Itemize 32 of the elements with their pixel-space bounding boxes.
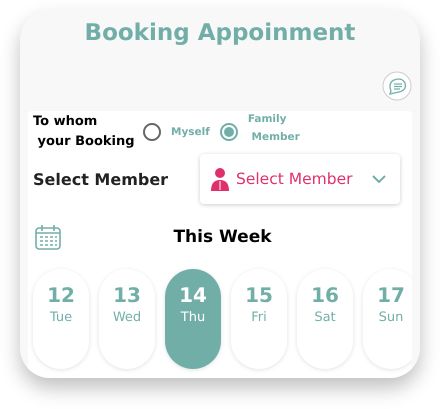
page-title: Booking Appoinment [84,19,356,48]
day-number: 16 [311,283,339,307]
weekday: Sun [378,309,404,327]
weekday: Sat [314,309,336,327]
day-number: 12 [47,283,75,307]
dropdown-placeholder: Select Member [236,170,354,188]
member-dropdown[interactable]: Select Member [200,154,400,204]
day-number: 14 [179,283,207,307]
week-title: This Week [172,227,273,247]
option-label: Family Member [248,112,300,145]
day-number: 13 [113,283,141,307]
weekday: Fri [251,309,267,327]
day-pill[interactable]: 17 Sun [363,269,412,369]
day-number: 15 [245,283,273,307]
calendar-icon[interactable] [35,224,61,250]
day-number: 17 [377,283,405,307]
option-label: Myself [171,125,210,140]
radio-button[interactable] [220,123,238,141]
day-pill[interactable]: 13 Wed [99,269,155,369]
radio-button[interactable] [143,123,161,141]
day-pill[interactable]: 12 Tue [33,269,89,369]
weekday: Wed [112,309,142,327]
day-pill[interactable]: 15 Fri [231,269,287,369]
chevron-down-icon [372,175,386,183]
weekday: Tue [50,309,72,327]
member-label: Select Member [33,170,168,188]
day-pill[interactable]: 14 Thu [165,269,221,369]
weekday: Thu [180,309,206,327]
person-icon [210,167,230,191]
day-pill[interactable]: 16 Sat [297,269,353,369]
booking-question: To whom your Booking [33,113,136,151]
chat-icon[interactable] [382,71,412,101]
